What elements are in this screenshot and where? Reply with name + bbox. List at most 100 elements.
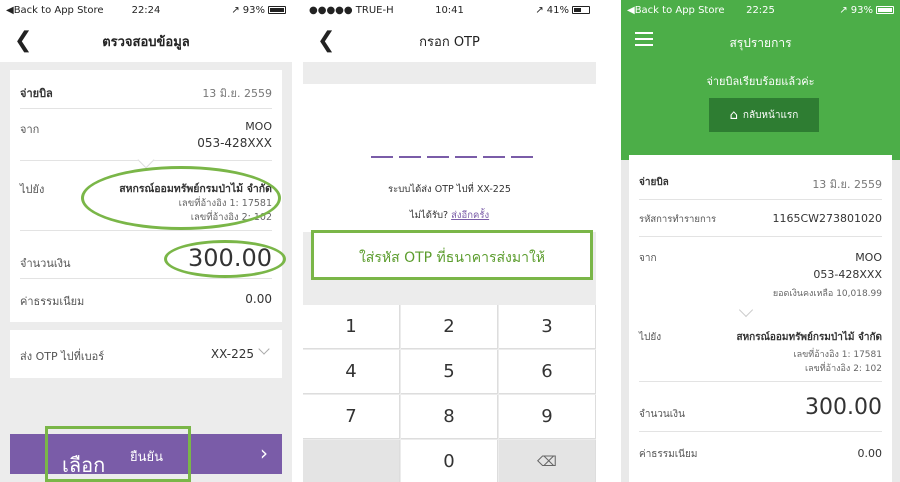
fee-label: ค่าธรรมเนียม: [639, 449, 698, 460]
bill-label: จ่ายบิล: [20, 87, 53, 100]
location-icon: ↗: [839, 4, 848, 16]
from-account: 053-428XXX: [197, 136, 272, 150]
key-empty: [303, 440, 400, 482]
status-right: ↗ 93%: [146, 5, 286, 16]
txn-id: 1165CW273801020: [772, 212, 882, 225]
key-9[interactable]: 9: [499, 395, 596, 439]
page-title: สรุปรายการ: [729, 36, 792, 50]
battery-percent: 93%: [850, 4, 873, 16]
from-account: 053-428XXX: [813, 268, 882, 281]
summary-screen: ◀Back to App Store 22:25 ↗ 93% สรุปรายกา…: [621, 0, 900, 482]
ref2: เลขที่อ้างอิง 2: 102: [805, 364, 882, 374]
key-4[interactable]: 4: [303, 350, 400, 394]
otp-input-area[interactable]: ระบบได้ส่ง OTP ไปที่ XX-225 ไม่ได้รับ? ส…: [303, 84, 596, 232]
status-right: ↗ 41%: [450, 4, 590, 16]
annotation-select-text: เลือก: [62, 453, 106, 477]
key-0[interactable]: 0: [401, 440, 498, 482]
bill-label: จ่ายบิล: [639, 177, 669, 188]
nav-bar: ❮ ตรวจสอบข้อมูล: [0, 20, 292, 62]
key-5[interactable]: 5: [401, 350, 498, 394]
txn-label: รหัสการทำรายการ: [639, 214, 717, 225]
fee-value: 0.00: [245, 292, 272, 306]
otp-digit-slot: [371, 156, 393, 158]
divider: [639, 431, 882, 432]
amount-label: จำนวนเงิน: [639, 409, 685, 420]
resend-link[interactable]: ส่งอีกครั้ง: [451, 210, 489, 221]
otp-digit-slot: [455, 156, 477, 158]
key-7[interactable]: 7: [303, 395, 400, 439]
ref1: เลขที่อ้างอิง 1: 17581: [793, 350, 882, 360]
otp-digit-slot: [399, 156, 421, 158]
not-received-text: ไม่ได้รับ?: [409, 210, 449, 221]
to-label: ไปยัง: [20, 183, 45, 196]
fee-label: ค่าธรรมเนียม: [20, 295, 85, 308]
chevron-right-icon: ›: [260, 441, 268, 465]
back-to-app-store[interactable]: ◀Back to App Store: [6, 5, 146, 16]
back-chevron-icon[interactable]: ❮: [14, 28, 32, 53]
status-bar: ◀Back to App Store 22:25 ↗ 93%: [621, 0, 900, 20]
from-name: MOO: [245, 120, 272, 133]
otp-digit-slot: [511, 156, 533, 158]
annotation-oval-amount: [164, 240, 286, 278]
annotation-otp-text: ใส่รหัส OTP ที่ธนาคารส่งมาให้: [358, 250, 546, 266]
otp-sent-text: ระบบได้ส่ง OTP ไปที่ XX-225: [388, 184, 511, 195]
otp-digit-slot: [427, 156, 449, 158]
balance: ยอดเงินคงเหลือ 10,018.99: [772, 289, 882, 299]
bill-date: 13 มิ.ย. 2559: [202, 87, 272, 100]
divider: [639, 236, 882, 237]
status-right: ↗ 93%: [761, 4, 894, 16]
summary-card: จ่ายบิล 13 มิ.ย. 2559 รหัสการทำรายการ 11…: [629, 155, 892, 482]
home-button[interactable]: ⌂ กลับหน้าแรก: [709, 98, 819, 132]
down-arrow-icon: [137, 151, 155, 169]
to-name: สหกรณ์ออมทรัพย์กรมป่าไม้ จำกัด: [736, 332, 882, 343]
divider: [639, 381, 882, 382]
key-3[interactable]: 3: [499, 305, 596, 349]
battery-icon: [876, 6, 894, 14]
fee-value: 0.00: [857, 447, 883, 460]
key-2[interactable]: 2: [401, 305, 498, 349]
nav-bar: ❮ กรอก OTP: [303, 20, 596, 62]
confirm-screen: ◀Back to App Store 22:24 ↗ 93% ❮ ตรวจสอบ…: [0, 0, 292, 482]
down-arrow-icon: [738, 302, 754, 318]
back-chevron-icon[interactable]: ❮: [317, 28, 335, 53]
home-icon: ⌂: [729, 107, 738, 123]
annotation-oval-recipient: [81, 166, 281, 230]
from-label: จาก: [639, 253, 657, 264]
otp-label: ส่ง OTP ไปที่เบอร์: [20, 350, 105, 363]
divider: [20, 108, 272, 109]
divider: [639, 199, 882, 200]
divider: [20, 230, 272, 231]
status-bar: ●●●●● TRUE-H 10:41 ↗ 41%: [303, 0, 596, 20]
status-bar: ◀Back to App Store 22:24 ↗ 93%: [0, 0, 292, 20]
to-label: ไปยัง: [639, 332, 662, 343]
key-8[interactable]: 8: [401, 395, 498, 439]
battery-percent: 41%: [546, 4, 569, 16]
battery-icon: [268, 6, 286, 14]
from-label: จาก: [20, 123, 40, 136]
divider: [20, 278, 272, 279]
location-icon: ↗: [231, 4, 240, 16]
success-message: จ่ายบิลเรียบร้อยแล้วค่ะ: [706, 75, 815, 88]
otp-number: XX-225: [210, 347, 254, 361]
from-name: MOO: [855, 251, 882, 264]
key-6[interactable]: 6: [499, 350, 596, 394]
resend-row: ไม่ได้รับ? ส่งอีกครั้ง: [303, 208, 596, 223]
key-1[interactable]: 1: [303, 305, 400, 349]
green-header: สรุปรายการ จ่ายบิลเรียบร้อยแล้วค่ะ ⌂ กลั…: [621, 20, 900, 160]
amount-row: จำนวนเงิน 300.00: [629, 395, 892, 425]
numeric-keypad: 1 2 3 4 5 6 7 8 9 0 ⌫: [303, 305, 596, 482]
battery-percent: 93%: [242, 4, 265, 16]
otp-screen: ●●●●● TRUE-H 10:41 ↗ 41% ❮ กรอก OTP ระบบ…: [303, 0, 596, 482]
amount-label: จำนวนเงิน: [20, 257, 71, 270]
chevron-down-icon: [256, 343, 270, 359]
page-title: กรอก OTP: [419, 34, 480, 50]
bill-date: 13 มิ.ย. 2559: [812, 178, 882, 191]
annotation-rect-otp: ใส่รหัส OTP ที่ธนาคารส่งมาให้: [311, 230, 593, 280]
annotation-rect-confirm: เลือก: [45, 426, 191, 482]
back-to-app-store[interactable]: ◀Back to App Store: [627, 5, 761, 16]
carrier: ●●●●● TRUE-H: [309, 4, 394, 16]
otp-number-card[interactable]: ส่ง OTP ไปที่เบอร์ XX-225: [10, 330, 282, 378]
location-icon: ↗: [535, 4, 544, 16]
otp-digit-slot: [483, 156, 505, 158]
backspace-icon[interactable]: ⌫: [499, 440, 596, 482]
